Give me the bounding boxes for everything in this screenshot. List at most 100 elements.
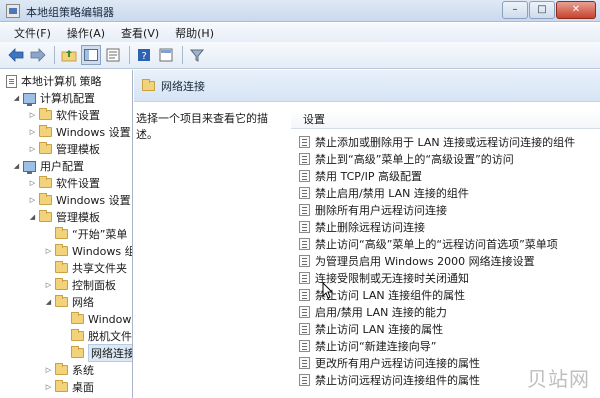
setting-row[interactable]: 删除所有用户远程访问连接 xyxy=(299,201,447,218)
expand-arrow-icon[interactable]: ▷ xyxy=(44,281,53,289)
setting-row[interactable]: 更改所有用户远程访问连接的属性 xyxy=(299,354,480,371)
close-button[interactable]: ✕ xyxy=(556,1,596,19)
expand-arrow-icon[interactable]: ▷ xyxy=(28,111,37,119)
expand-arrow-icon[interactable]: ▷ xyxy=(28,179,37,187)
mouse-cursor-icon xyxy=(322,281,334,303)
expand-arrow-icon[interactable]: ▷ xyxy=(44,366,53,374)
tree-item-computer-config[interactable]: ◢ 计算机配置 xyxy=(12,90,95,106)
expand-arrow-icon[interactable]: ▷ xyxy=(44,383,53,391)
details-header: 网络连接 xyxy=(134,70,600,102)
folder-icon xyxy=(39,210,52,222)
setting-row[interactable]: 禁止访问 LAN 连接的属性 xyxy=(299,320,443,337)
properties-icon[interactable] xyxy=(156,45,176,65)
menu-help[interactable]: 帮助(H) xyxy=(167,25,222,41)
folder-icon xyxy=(55,227,68,239)
toolbar-separator xyxy=(129,46,130,64)
folder-icon xyxy=(39,142,52,154)
collapse-arrow-icon[interactable]: ◢ xyxy=(28,213,37,221)
tree-item-admin-templates[interactable]: ▷ 管理模板 xyxy=(28,141,100,157)
collapse-arrow-icon[interactable]: ◢ xyxy=(44,298,53,306)
setting-row[interactable]: 禁止启用/禁用 LAN 连接的组件 xyxy=(299,184,469,201)
tree-item-software-settings[interactable]: ▷ 软件设置 xyxy=(28,175,100,191)
tree-item-windows-settings[interactable]: ▷ Windows 设置 xyxy=(28,124,131,140)
folder-icon xyxy=(39,193,52,205)
setting-label: 连接受限制或无连接时关闭通知 xyxy=(315,271,469,285)
tree-item-user-config[interactable]: ◢ 用户配置 xyxy=(12,158,84,174)
policy-setting-icon xyxy=(299,169,310,182)
toolbar-separator xyxy=(54,46,55,64)
tree-item-admin-templates[interactable]: ◢ 管理模板 xyxy=(28,209,100,225)
watermark: 贝站网 xyxy=(527,367,590,391)
show-hide-tree-icon[interactable] xyxy=(81,45,101,65)
tree-item-local-policy[interactable]: 本地计算机 策略 xyxy=(6,73,102,89)
policy-setting-icon xyxy=(299,254,310,267)
policy-setting-icon xyxy=(299,356,310,369)
expand-arrow-icon[interactable]: ▷ xyxy=(28,128,37,136)
expand-arrow-icon[interactable]: ▷ xyxy=(28,145,37,153)
tree-item-label: 软件设置 xyxy=(56,109,100,122)
tree-item-network[interactable]: ◢ 网络 xyxy=(44,294,94,310)
setting-row[interactable]: 禁止访问“高级”菜单上的“远程访问首选项”菜单项 xyxy=(299,235,558,252)
setting-row[interactable]: 为管理员启用 Windows 2000 网络连接设置 xyxy=(299,252,535,269)
setting-label: 更改所有用户远程访问连接的属性 xyxy=(315,356,480,370)
app-icon xyxy=(6,4,20,18)
tree-item-start-menu[interactable]: “开始”菜单 xyxy=(44,226,127,242)
tree-item-network-connections[interactable]: 网络连接 xyxy=(60,344,132,362)
policy-setting-icon xyxy=(299,305,310,318)
setting-label: 删除所有用户远程访问连接 xyxy=(315,203,447,217)
help-icon[interactable]: ? xyxy=(134,45,154,65)
setting-label: 禁止删除远程访问连接 xyxy=(315,220,425,234)
policy-setting-icon xyxy=(299,339,310,352)
forward-arrow-icon[interactable] xyxy=(28,45,48,65)
menu-action[interactable]: 操作(A) xyxy=(59,25,113,41)
tree-item-label: “开始”菜单 xyxy=(72,228,128,241)
menu-view[interactable]: 查看(V) xyxy=(113,25,167,41)
back-arrow-icon[interactable] xyxy=(6,45,26,65)
tree-item-label: 软件设置 xyxy=(56,177,100,190)
setting-row[interactable]: 禁止添加或删除用于 LAN 连接或远程访问连接的组件 xyxy=(299,133,575,150)
setting-row[interactable]: 禁止删除远程访问连接 xyxy=(299,218,425,235)
setting-label: 启用/禁用 LAN 连接的能力 xyxy=(315,305,447,319)
tree-item-shared-folders[interactable]: 共享文件夹 xyxy=(44,260,127,276)
folder-icon xyxy=(39,108,52,120)
expand-arrow-icon[interactable]: ▷ xyxy=(28,196,37,204)
minimize-button[interactable]: – xyxy=(502,1,528,19)
menu-file[interactable]: 文件(F) xyxy=(6,25,59,41)
policy-setting-icon xyxy=(299,271,310,284)
setting-label: 禁止到“高级”菜单上的“高级设置”的访问 xyxy=(315,152,514,166)
setting-label: 禁止启用/禁用 LAN 连接的组件 xyxy=(315,186,469,200)
refresh-icon[interactable] xyxy=(103,45,123,65)
column-header-setting[interactable]: 设置 xyxy=(291,110,600,129)
description-text: 选择一个项目来查看它的描述。 xyxy=(136,112,268,141)
tree-item-label: Windows xyxy=(88,312,133,326)
tree-item-label: Windows 设置 xyxy=(56,126,131,139)
tree-item-control-panel[interactable]: ▷ 控制面板 xyxy=(44,277,116,293)
policy-tree: 本地计算机 策略 ◢ 计算机配置 ▷ 软件设置 ▷ Windows 设置 ▷ 管… xyxy=(0,70,133,398)
tree-item-software-settings[interactable]: ▷ 软件设置 xyxy=(28,107,100,123)
setting-row[interactable]: 禁止访问“新建连接向导” xyxy=(299,337,436,354)
collapse-arrow-icon[interactable]: ◢ xyxy=(12,162,21,170)
tree-item-label: 用户配置 xyxy=(40,160,84,173)
filter-icon[interactable] xyxy=(187,45,207,65)
tree-item-offline-files[interactable]: 脱机文件 xyxy=(60,328,132,344)
tree-item-system[interactable]: ▷ 系统 xyxy=(44,362,94,378)
setting-row[interactable]: 启用/禁用 LAN 连接的能力 xyxy=(299,303,447,320)
tree-item-label: 系统 xyxy=(72,364,94,377)
tree-item-desktop[interactable]: ▷ 桌面 xyxy=(44,379,94,395)
setting-label: 禁止添加或删除用于 LAN 连接或远程访问连接的组件 xyxy=(315,135,576,149)
collapse-arrow-icon[interactable]: ◢ xyxy=(12,94,21,102)
expand-arrow-icon[interactable]: ▷ xyxy=(44,247,53,255)
folder-icon xyxy=(55,380,68,392)
up-folder-icon[interactable] xyxy=(59,45,79,65)
setting-label: 禁止访问 LAN 连接的属性 xyxy=(315,322,444,336)
tree-item-windows-settings[interactable]: ▷ Windows 设置 xyxy=(28,192,131,208)
setting-row[interactable]: 禁止访问远程访问连接组件的属性 xyxy=(299,371,480,388)
toolbar: ? xyxy=(0,42,600,69)
window-title: 本地组策略编辑器 xyxy=(26,6,114,19)
tree-item-windows-components[interactable]: ▷ Windows 组 xyxy=(44,243,132,259)
tree-item-windows-network[interactable]: Windows xyxy=(60,311,133,327)
setting-row[interactable]: 禁用 TCP/IP 高级配置 xyxy=(299,167,422,184)
setting-row[interactable]: 禁止到“高级”菜单上的“高级设置”的访问 xyxy=(299,150,514,167)
maximize-button[interactable]: □ xyxy=(529,1,555,19)
setting-label: 禁用 TCP/IP 高级配置 xyxy=(315,169,422,183)
